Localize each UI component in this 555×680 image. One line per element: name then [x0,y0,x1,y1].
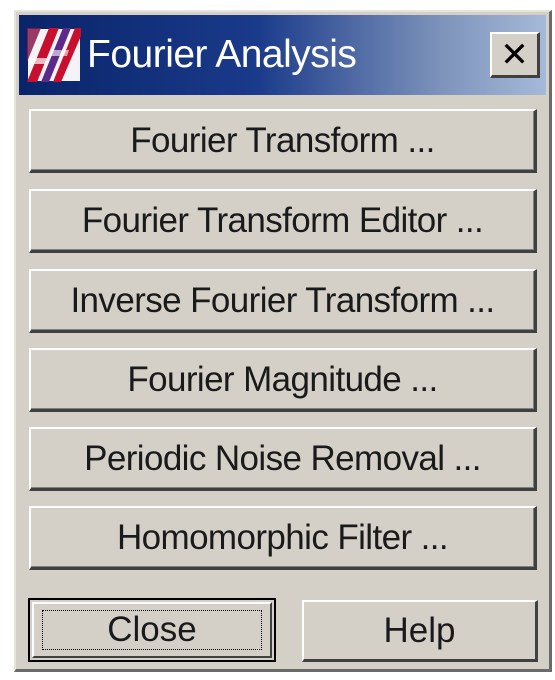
periodic-noise-removal-button[interactable]: Periodic Noise Removal ... [29,427,537,491]
window-title: Fourier Analysis [87,33,357,76]
close-button-label: Close [107,610,197,649]
close-button[interactable]: Close [28,598,276,662]
fourier-analysis-dialog: Fourier Analysis ✕ Fourier Transform ...… [14,10,552,672]
help-button[interactable]: Help [302,600,538,662]
inverse-fourier-transform-button[interactable]: Inverse Fourier Transform ... [29,269,537,333]
title-bar[interactable]: Fourier Analysis ✕ [19,15,546,95]
fourier-app-icon [27,28,81,82]
close-icon[interactable]: ✕ [490,32,540,78]
fourier-transform-button[interactable]: Fourier Transform ... [29,109,537,173]
homomorphic-filter-button[interactable]: Homomorphic Filter ... [29,506,537,570]
fourier-magnitude-button[interactable]: Fourier Magnitude ... [29,348,537,412]
fourier-transform-editor-button[interactable]: Fourier Transform Editor ... [29,189,537,253]
